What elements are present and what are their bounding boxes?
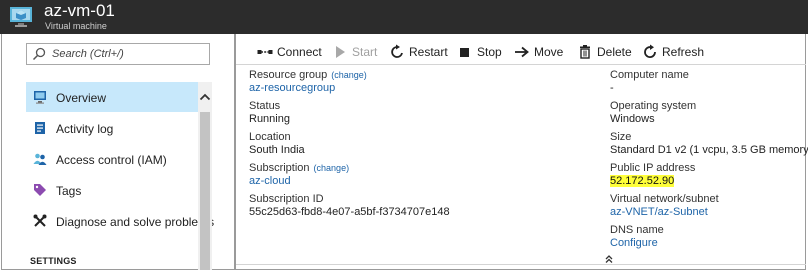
scrollbar-thumb[interactable]: [200, 112, 210, 270]
subscription-id-value: 55c25d63-fbd8-4e07-a5bf-f3734707e148: [249, 206, 450, 218]
page-title: az-vm-01: [44, 1, 115, 20]
sidebar-item-label: Overview: [56, 91, 107, 105]
subscription-label-text: Subscription: [249, 162, 310, 174]
sidebar-item-label: Tags: [56, 184, 82, 198]
status-value: Running: [249, 113, 290, 125]
refresh-label: Refresh: [662, 45, 705, 59]
users-icon: [33, 153, 47, 165]
sidebar-item-label: Activity log: [56, 122, 114, 136]
public-ip-value: 52.172.52.90: [610, 175, 675, 188]
stop-icon: [460, 48, 469, 57]
move-label: Move: [534, 45, 564, 59]
sidebar-item-label: Access control (IAM): [56, 153, 167, 167]
public-ip-label: Public IP address: [610, 162, 696, 174]
operating-system-label: Operating system: [610, 100, 697, 112]
sidebar-item-label: Diagnose and solve problems: [56, 215, 215, 229]
size-label: Size: [610, 131, 632, 143]
stop-label: Stop: [477, 45, 502, 59]
section-heading-settings: SETTINGS: [30, 256, 77, 266]
sidebar-scrollbar[interactable]: [198, 82, 212, 270]
dns-name-label: DNS name: [610, 224, 664, 236]
essentials-divider: [236, 264, 806, 265]
play-icon: [336, 46, 345, 58]
refresh-icon: [644, 44, 656, 58]
virtual-network-value[interactable]: az-VNET/az-Subnet: [610, 206, 708, 219]
delete-label: Delete: [597, 45, 632, 59]
location-value: South India: [249, 144, 305, 156]
subscription-id-label: Subscription ID: [249, 193, 324, 205]
start-label: Start: [352, 45, 378, 59]
computer-name-value: -: [610, 82, 614, 94]
computer-name-label: Computer name: [610, 69, 689, 81]
chevron-up-icon[interactable]: [198, 90, 212, 104]
page-subtitle: Virtual machine: [45, 21, 107, 31]
resource-group-value[interactable]: az-resourcegroup: [249, 82, 335, 95]
virtual-machine-icon: [10, 7, 32, 27]
search-input[interactable]: Search (Ctrl+/): [52, 47, 124, 61]
wrench-icon: [33, 214, 47, 227]
subscription-label: Subscription (change): [249, 162, 349, 175]
sidebar-item-activity-log[interactable]: Activity log: [26, 113, 198, 143]
operating-system-value: Windows: [610, 113, 655, 125]
size-value: Standard D1 v2 (1 vcpu, 3.5 GB memory): [610, 144, 808, 156]
connect-label: Connect: [277, 45, 322, 59]
sidebar-item-diagnose[interactable]: Diagnose and solve problems: [26, 206, 214, 236]
chevron-double-up-icon[interactable]: [604, 254, 614, 264]
search-icon: [32, 47, 46, 61]
title-bar: az-vm-01 Virtual machine: [0, 0, 808, 34]
connect-icon: [257, 50, 273, 54]
restart-label: Restart: [409, 45, 448, 59]
tag-icon: [34, 184, 46, 196]
public-ip-highlight: 52.172.52.90: [610, 175, 675, 187]
pane-divider: [234, 34, 236, 270]
resource-group-label: Resource group (change): [249, 69, 367, 82]
arrow-right-icon: [515, 46, 529, 58]
trash-icon: [580, 45, 590, 59]
resource-group-change-link[interactable]: (change): [331, 70, 367, 80]
dns-name-configure-link[interactable]: Configure: [610, 237, 658, 250]
sidebar-item-access-control[interactable]: Access control (IAM): [26, 144, 198, 174]
search-box[interactable]: Search (Ctrl+/): [26, 43, 210, 65]
restart-icon: [391, 44, 403, 58]
monitor-icon: [34, 91, 46, 104]
log-icon: [35, 122, 45, 134]
sidebar-item-tags[interactable]: Tags: [26, 175, 198, 205]
subscription-value[interactable]: az-cloud: [249, 175, 291, 188]
subscription-change-link[interactable]: (change): [314, 163, 350, 173]
toolbar-divider: [236, 64, 806, 65]
virtual-network-label: Virtual network/subnet: [610, 193, 719, 205]
status-label: Status: [249, 100, 281, 112]
resource-group-label-text: Resource group: [249, 69, 328, 81]
sidebar-item-overview[interactable]: Overview: [26, 82, 198, 112]
location-label: Location: [249, 131, 291, 143]
